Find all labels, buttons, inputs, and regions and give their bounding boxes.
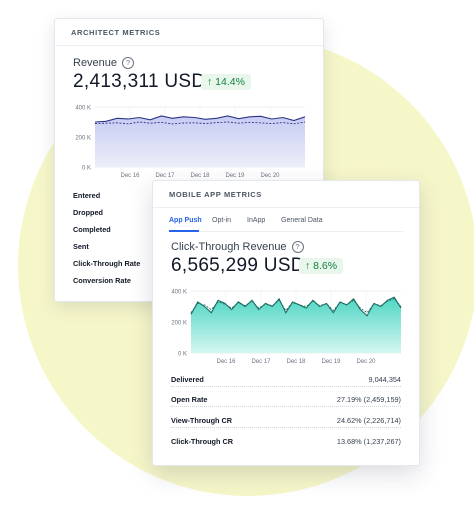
active-tab-indicator [169,230,199,232]
list-item: Dropped [73,208,103,217]
list-item-value: 27.19% (2,459,159) [336,395,401,404]
tab-inapp[interactable]: InApp [247,217,265,224]
list-item: Click-Through CR 13.68% (1,237,267) [171,437,401,446]
y-tick-label: 200 K [75,136,91,142]
list-item: Conversion Rate [73,276,131,285]
mobile-app-metrics-card: MOBILE APP METRICS App Push Opt-in InApp… [152,180,420,466]
x-tick-label: Dec 18 [286,359,306,365]
list-item: Delivered 9,044,354 [171,375,401,384]
y-tick-label: 400 K [75,106,91,112]
x-tick-label: Dec 17 [251,359,271,365]
y-tick-label: 400 K [171,290,187,296]
list-item: Sent [73,242,89,251]
list-item: View-Through CR 24.62% (2,226,714) [171,416,401,425]
list-item-label: Click-Through CR [171,437,234,446]
list-item-label: View-Through CR [171,416,233,425]
list-item-value: 24.62% (2,226,714) [336,416,401,425]
list-item: Completed [73,225,111,234]
x-tick-label: Dec 16 [216,359,236,365]
architect-card-header: ARCHITECT METRICS [55,19,323,46]
list-item-value: 9,044,354 [368,375,401,384]
series-area [191,297,401,353]
help-icon[interactable]: ? [122,57,135,69]
revenue-value: 2,413,311 USD [73,71,206,92]
y-tick-label: 0 K [178,352,187,358]
click-through-revenue-chart: 400 K 200 K 0 K Dec 16 Dec 17 Dec 18 Dec 19 Dec… [171,290,402,365]
revenue-delta-badge: ↑ 14.4% [201,74,251,90]
list-item-label: Delivered [171,375,204,384]
arrow-up-icon: ↑ [305,260,311,272]
x-tick-label: Dec 18 [190,173,210,179]
tab-opt-in[interactable]: Opt-in [212,217,231,224]
y-tick-label: 0 K [82,166,91,172]
x-tick-label: Dec 20 [356,359,376,365]
x-tick-label: Dec 16 [120,173,140,179]
revenue-title: Revenue? [73,57,135,69]
tab-bar-divider [169,231,403,232]
help-icon[interactable]: ? [291,241,304,253]
revenue-delta-value: 14.4% [215,76,245,88]
y-tick-label: 200 K [171,321,187,327]
x-tick-label: Dec 17 [155,173,175,179]
click-through-revenue-value: 6,565,299 USD [171,255,305,276]
list-item-value: 13.68% (1,237,267) [336,437,401,446]
click-through-delta-value: 8.6% [313,260,338,272]
revenue-title-label: Revenue [73,57,118,69]
row-divider [171,427,401,428]
row-divider [171,386,401,387]
arrow-up-icon: ↑ [207,76,213,88]
list-item-label: Open Rate [171,395,208,404]
x-tick-label: Dec 20 [260,173,280,179]
list-item: Open Rate 27.19% (2,459,159) [171,395,401,404]
revenue-chart: 400 K 200 K 0 K Dec 16 Dec 17 Dec 18 Dec 19 Dec… [75,106,306,179]
list-item: Entered [73,191,101,200]
mobile-card-header: MOBILE APP METRICS [153,181,419,208]
list-item: Click-Through Rate [73,259,141,268]
click-through-delta-badge: ↑ 8.6% [299,258,344,274]
row-divider [171,406,401,407]
tab-app-push[interactable]: App Push [169,217,202,224]
x-tick-label: Dec 19 [225,173,245,179]
click-through-revenue-title: Click-Through Revenue? [171,241,304,253]
tab-general-data[interactable]: General Data [281,217,323,224]
x-tick-label: Dec 19 [321,359,341,365]
click-through-revenue-label: Click-Through Revenue [171,241,287,253]
